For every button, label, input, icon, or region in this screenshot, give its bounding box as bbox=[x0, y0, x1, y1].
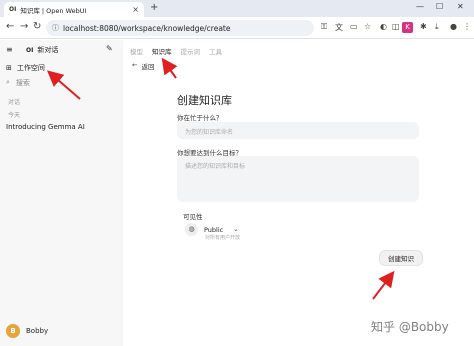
star-icon[interactable]: ☆ bbox=[364, 22, 371, 31]
globe-icon: ◍ bbox=[185, 223, 198, 236]
what-label: 你在忙于什么？ bbox=[177, 114, 223, 122]
sidebar-item-workspace[interactable]: ⊞ 工作空间 bbox=[4, 61, 119, 74]
screen-icon[interactable]: ▭ bbox=[350, 22, 358, 31]
section-today-label: 今天 bbox=[8, 112, 21, 119]
tab-prompts[interactable]: 提示词 bbox=[181, 46, 201, 56]
knowledge-name-input[interactable]: 为您的知识库命名 bbox=[177, 122, 419, 139]
search-placeholder: 搜索 bbox=[15, 79, 30, 87]
download-icon[interactable]: ⤓ bbox=[435, 22, 439, 32]
avatar: B bbox=[6, 324, 20, 338]
address-bar-row: ← → ↻ ⓘ localhost:8080/workspace/knowled… bbox=[0, 17, 474, 39]
openwebui-logo-icon: OI bbox=[26, 46, 34, 54]
forward-nav-icon[interactable]: → bbox=[20, 21, 28, 32]
create-knowledge-button[interactable]: 创建知识 bbox=[379, 250, 423, 266]
extension-icon[interactable]: ◐ bbox=[380, 22, 387, 31]
lock-icon: ⓘ bbox=[52, 24, 59, 32]
pink-extension-icon[interactable]: K bbox=[402, 22, 413, 33]
edit-icon[interactable]: ✎ bbox=[106, 44, 113, 53]
visibility-value: Public bbox=[204, 225, 224, 234]
user-menu[interactable]: B Bobby bbox=[6, 324, 48, 338]
section-chats-label: 对话 bbox=[8, 99, 21, 106]
tab-tools[interactable]: 工具 bbox=[209, 46, 222, 56]
main-panel: 模型 知识库 提示词 工具 ← 返回 创建知识库 你在忙于什么？ 为您的知识库命… bbox=[123, 40, 474, 346]
tab-models[interactable]: 模型 bbox=[130, 46, 143, 56]
tab-close-icon[interactable]: × bbox=[132, 5, 139, 14]
knowledge-name-placeholder: 为您的知识库命名 bbox=[185, 129, 234, 136]
window-close-icon[interactable]: ✕ bbox=[457, 2, 464, 11]
back-nav-icon[interactable]: ← bbox=[6, 21, 14, 32]
tab-favicon-icon: OI bbox=[9, 6, 17, 13]
visibility-description: 对所有用户开放 bbox=[205, 235, 241, 241]
new-chat-label: 新对话 bbox=[37, 46, 59, 54]
reload-icon[interactable]: ↻ bbox=[33, 21, 41, 32]
back-arrow-icon: ← bbox=[132, 61, 138, 69]
chat-list-item[interactable]: Introducing Gemma AI bbox=[6, 123, 85, 131]
chevron-down-icon: ⌄ bbox=[233, 226, 239, 233]
knowledge-description-input[interactable]: 描述您的知识库和目标 bbox=[177, 156, 419, 202]
tab-knowledge[interactable]: 知识库 bbox=[152, 46, 172, 56]
back-button[interactable]: ← 返回 bbox=[132, 61, 154, 71]
back-label: 返回 bbox=[141, 63, 155, 71]
maximize-icon[interactable]: ☐ bbox=[436, 2, 443, 11]
page-title: 创建知识库 bbox=[177, 94, 232, 107]
menu-icon[interactable]: ⋮ bbox=[463, 22, 471, 31]
minimize-icon[interactable]: — bbox=[416, 2, 424, 11]
visibility-label: 可见性 bbox=[183, 213, 203, 221]
search-icon: ⌕ bbox=[6, 78, 10, 86]
browser-tab-bar: OI 知识库 | Open WebUI × + — ☐ ✕ bbox=[0, 0, 474, 17]
tab-title: 知识库 | Open WebUI bbox=[20, 6, 87, 15]
sidebar: ≡ OI 新对话 ✎ ⊞ 工作空间 ⌕ 搜索 对话 今天 Introducing… bbox=[0, 40, 123, 346]
browser-tab[interactable]: OI 知识库 | Open WebUI × bbox=[4, 2, 144, 17]
translate-icon[interactable]: 文 bbox=[335, 22, 343, 33]
key-icon[interactable]: ⚿ bbox=[321, 22, 327, 32]
profile-icon[interactable]: ● bbox=[450, 22, 457, 31]
user-name: Bobby bbox=[26, 327, 49, 335]
new-tab-icon[interactable]: + bbox=[150, 2, 158, 13]
extension-icon-2[interactable]: ◫ bbox=[392, 22, 400, 31]
puzzle-icon[interactable]: ✱ bbox=[420, 22, 427, 31]
url-text: localhost:8080/workspace/knowledge/creat… bbox=[63, 23, 231, 33]
watermark: 知乎 @Bobby bbox=[371, 320, 449, 334]
search-input[interactable]: ⌕ 搜索 bbox=[6, 78, 30, 88]
workspace-label: 工作空间 bbox=[16, 63, 45, 72]
url-field[interactable]: ⓘ localhost:8080/workspace/knowledge/cre… bbox=[46, 20, 314, 36]
workspace-tabs: 模型 知识库 提示词 工具 bbox=[130, 46, 222, 56]
new-chat-button[interactable]: OI 新对话 bbox=[26, 45, 58, 55]
sidebar-toggle-icon[interactable]: ≡ bbox=[6, 45, 13, 54]
knowledge-description-placeholder: 描述您的知识库和目标 bbox=[185, 163, 246, 170]
workspace-grid-icon: ⊞ bbox=[6, 63, 12, 72]
